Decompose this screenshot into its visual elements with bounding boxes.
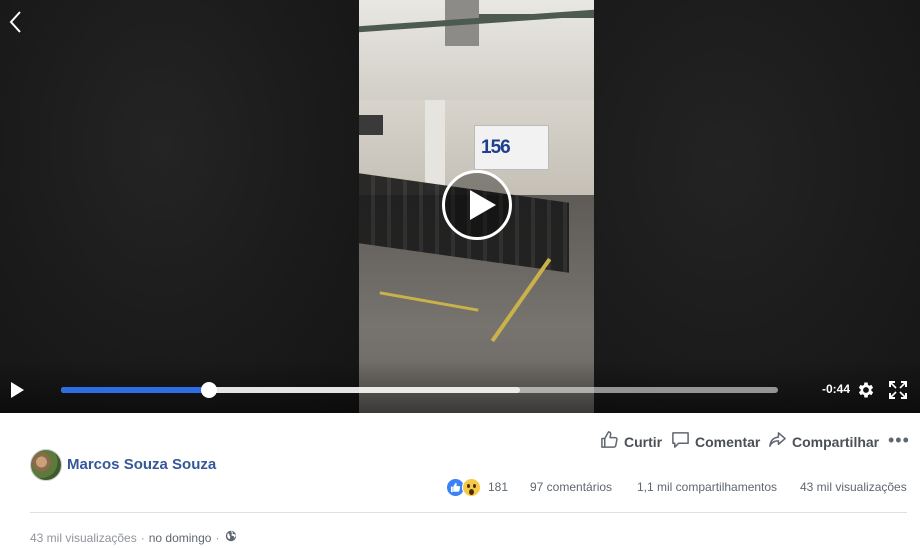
comment-icon — [671, 430, 690, 454]
fullscreen-icon[interactable] — [889, 381, 907, 399]
post-date[interactable]: no domingo — [149, 531, 212, 545]
play-icon[interactable] — [8, 380, 26, 400]
progress-scrubber-handle[interactable] — [200, 382, 217, 398]
reactions-summary[interactable]: 181 — [446, 477, 508, 497]
play-circle-icon[interactable] — [442, 170, 512, 240]
meta-separator-2: · — [215, 530, 220, 545]
more-options-button[interactable]: ••• — [888, 431, 909, 451]
divider — [30, 512, 907, 513]
post-meta: 43 mil visualizações · no domingo · — [30, 530, 237, 545]
shares-count[interactable]: 1,1 mil compartilhamentos — [637, 480, 777, 494]
share-button[interactable]: Compartilhar — [768, 432, 879, 452]
share-label: Compartilhar — [792, 434, 880, 450]
video-blurred-backdrop-left — [0, 0, 359, 413]
wow-reaction-icon — [462, 477, 481, 497]
thumbs-up-icon — [600, 430, 619, 454]
globe-icon — [223, 530, 237, 545]
author-name[interactable]: Marcos Souza Souza — [67, 456, 216, 473]
gear-icon[interactable] — [856, 380, 876, 400]
time-remaining: -0:44 — [821, 382, 850, 396]
views-count: 43 mil visualizações — [800, 480, 907, 494]
chevron-left-icon[interactable] — [6, 10, 26, 34]
comment-label: Comentar — [695, 434, 761, 450]
like-label: Curtir — [624, 434, 663, 450]
progress-bar[interactable] — [61, 382, 778, 398]
video-blurred-backdrop-right — [594, 0, 920, 413]
comment-button[interactable]: Comentar — [671, 432, 760, 452]
avatar[interactable] — [30, 449, 62, 481]
comments-count[interactable]: 97 comentários — [530, 480, 612, 494]
meta-views: 43 mil visualizações — [30, 530, 137, 545]
reaction-count: 181 — [488, 480, 509, 494]
share-icon — [768, 430, 787, 454]
video-frame-sign-number: 156 — [481, 137, 511, 158]
progress-fill — [61, 387, 209, 393]
like-button[interactable]: Curtir — [600, 430, 663, 454]
meta-separator: · — [140, 530, 145, 545]
video-player[interactable]: 156 -0:44 — [0, 0, 920, 413]
